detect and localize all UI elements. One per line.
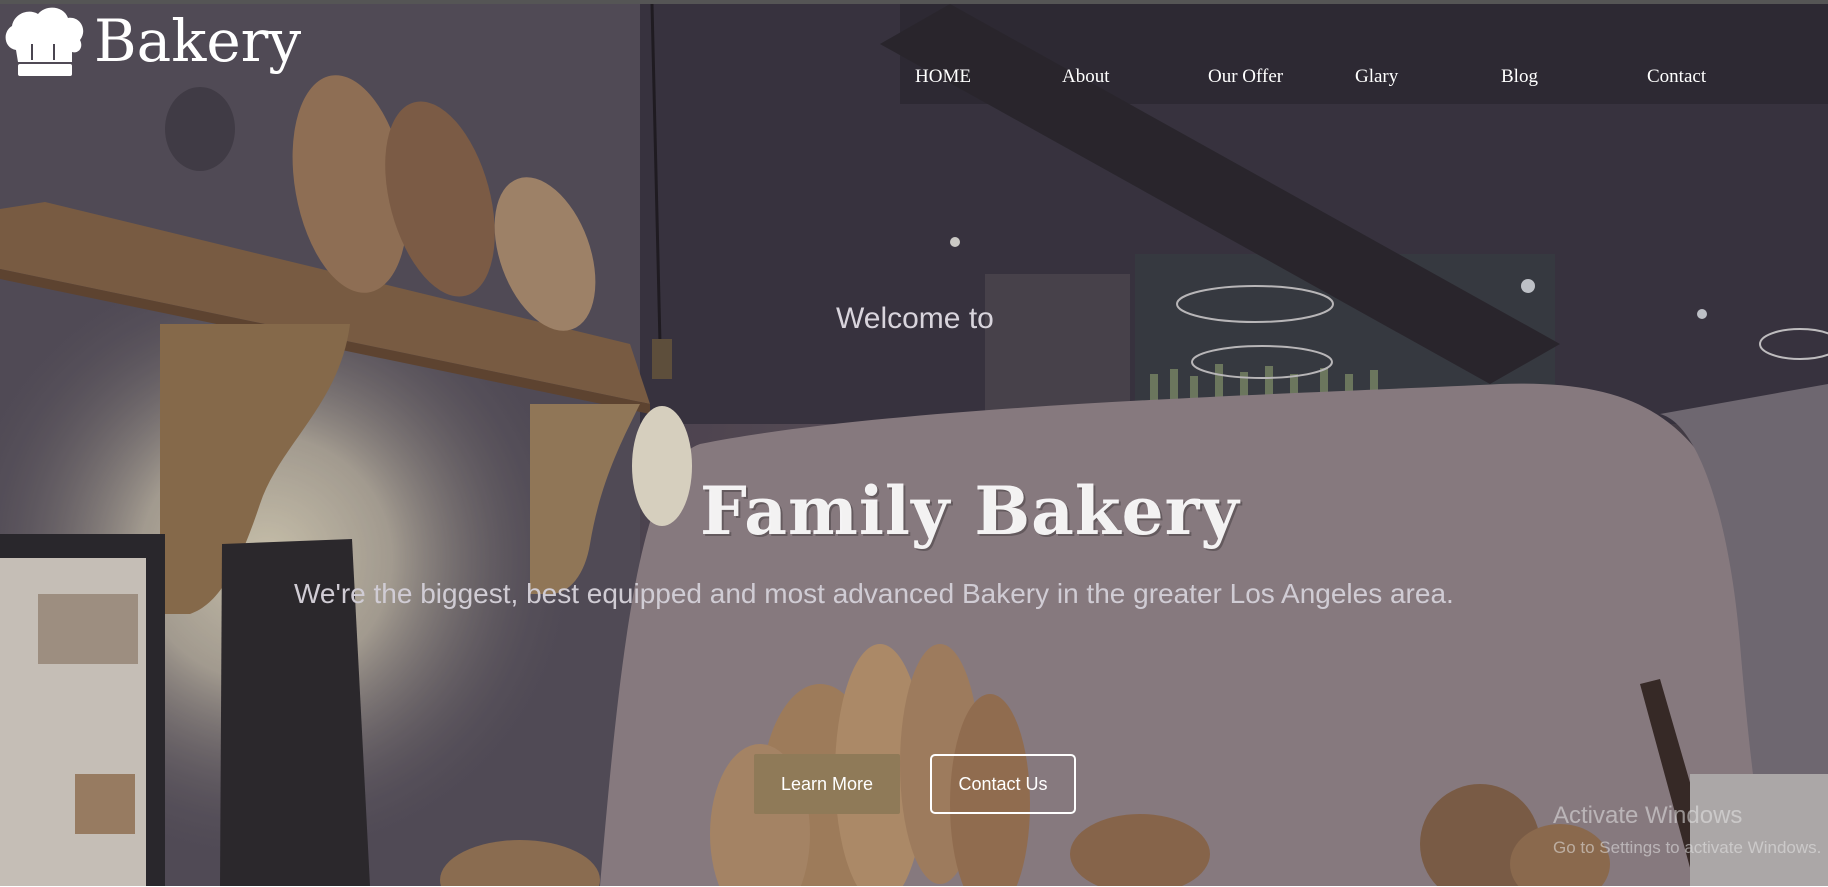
contact-us-button[interactable]: Contact Us <box>930 754 1076 814</box>
hero-title: Family Bakery <box>700 472 1240 550</box>
activate-windows-title: Activate Windows <box>1553 802 1743 829</box>
hero-section <box>0 4 1828 886</box>
nav-item-home[interactable]: HOME <box>915 66 971 88</box>
welcome-text: Welcome to <box>836 302 994 335</box>
page: Bakery HOME About Our Offer Glary Blog C… <box>0 0 1828 887</box>
hero-subtitle: We're the biggest, best equipped and mos… <box>294 578 1454 609</box>
activate-windows-watermark: Activate Windows Go to Settings to activ… <box>1553 802 1821 858</box>
nav-item-blog[interactable]: Blog <box>1501 66 1538 88</box>
nav-item-our-offer[interactable]: Our Offer <box>1208 66 1283 88</box>
brand-name: Bakery <box>94 7 302 75</box>
hero-overlay <box>0 4 1828 886</box>
learn-more-button[interactable]: Learn More <box>754 754 900 814</box>
main-nav: HOME About Our Offer Glary Blog Contact <box>0 66 1828 96</box>
nav-item-contact[interactable]: Contact <box>1647 66 1706 88</box>
nav-item-about[interactable]: About <box>1062 66 1110 88</box>
activate-windows-subtitle: Go to Settings to activate Windows. <box>1553 838 1822 857</box>
nav-item-glary[interactable]: Glary <box>1355 66 1398 88</box>
